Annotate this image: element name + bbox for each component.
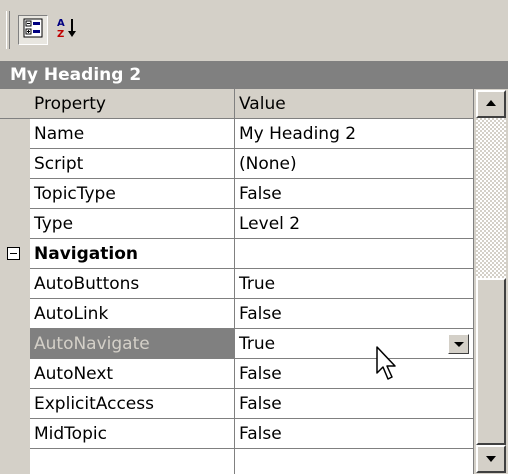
- property-value-cell[interactable]: False: [235, 389, 474, 419]
- property-row-autolink[interactable]: AutoLink False: [0, 299, 474, 329]
- property-row-type[interactable]: Type Level 2: [0, 209, 474, 239]
- property-row-topictype[interactable]: TopicType False: [0, 179, 474, 209]
- vertical-scrollbar[interactable]: [474, 89, 508, 474]
- property-name-cell[interactable]: Script: [30, 149, 235, 179]
- down-arrow-icon: [486, 456, 496, 462]
- property-name-cell[interactable]: AutoLink: [30, 299, 235, 329]
- property-row-autonext[interactable]: AutoNext False: [0, 359, 474, 389]
- property-value-cell[interactable]: Level 2: [235, 209, 474, 239]
- category-row-navigation[interactable]: Navigation: [0, 239, 474, 269]
- property-name-cell[interactable]: TopicType: [30, 179, 235, 209]
- property-value-cell[interactable]: My Heading 2: [235, 119, 474, 149]
- dropdown-arrow-button[interactable]: [448, 334, 469, 354]
- scroll-thumb[interactable]: [476, 278, 506, 445]
- toolbar-grip[interactable]: [6, 11, 10, 49]
- properties-toolbar: A Z: [0, 0, 508, 60]
- property-column-header[interactable]: Property: [30, 89, 235, 119]
- property-row-partial: [0, 449, 474, 474]
- mouse-cursor-icon: [376, 346, 396, 380]
- property-row-explicitaccess[interactable]: ExplicitAccess False: [0, 389, 474, 419]
- property-name-cell[interactable]: AutoButtons: [30, 269, 235, 299]
- panel-title: My Heading 2: [0, 61, 508, 89]
- property-row-autobuttons[interactable]: AutoButtons True: [0, 269, 474, 299]
- header-gutter: [0, 89, 30, 119]
- value-column-header[interactable]: Value: [235, 89, 474, 119]
- property-name-cell[interactable]: Name: [30, 119, 235, 149]
- grid-header-row: Property Value: [0, 89, 474, 119]
- property-value-dropdown[interactable]: True: [235, 329, 474, 359]
- categorized-button[interactable]: [18, 15, 48, 45]
- property-name-cell[interactable]: Type: [30, 209, 235, 239]
- property-value-cell[interactable]: False: [235, 299, 474, 329]
- category-name-cell[interactable]: Navigation: [30, 239, 235, 269]
- property-value-cell[interactable]: False: [235, 359, 474, 389]
- categorized-icon: [23, 18, 43, 42]
- sort-alphabetical-button[interactable]: A Z: [52, 15, 82, 45]
- property-row-autonavigate[interactable]: AutoNavigate True: [0, 329, 474, 359]
- collapse-icon[interactable]: [7, 247, 20, 260]
- svg-text:Z: Z: [57, 29, 64, 40]
- sort-alphabetical-icon: A Z: [55, 16, 79, 44]
- property-value-cell[interactable]: True: [235, 269, 474, 299]
- property-name-cell[interactable]: AutoNavigate: [30, 329, 235, 359]
- property-value-text: True: [239, 334, 276, 354]
- property-value-cell[interactable]: False: [235, 179, 474, 209]
- property-name-cell[interactable]: AutoNext: [30, 359, 235, 389]
- property-name-cell[interactable]: ExplicitAccess: [30, 389, 235, 419]
- property-value-cell[interactable]: (None): [235, 149, 474, 179]
- svg-text:A: A: [57, 18, 65, 29]
- scroll-track[interactable]: [476, 118, 506, 278]
- property-row-script[interactable]: Script (None): [0, 149, 474, 179]
- property-grid: Property Value Name My Heading 2 Script …: [0, 89, 474, 474]
- category-value-cell: [235, 239, 474, 269]
- property-value-cell[interactable]: False: [235, 419, 474, 449]
- scroll-up-button[interactable]: [476, 90, 506, 118]
- up-arrow-icon: [486, 100, 496, 106]
- property-row-midtopic[interactable]: MidTopic False: [0, 419, 474, 449]
- scroll-down-button[interactable]: [476, 445, 506, 473]
- property-name-cell[interactable]: MidTopic: [30, 419, 235, 449]
- property-row-name[interactable]: Name My Heading 2: [0, 119, 474, 149]
